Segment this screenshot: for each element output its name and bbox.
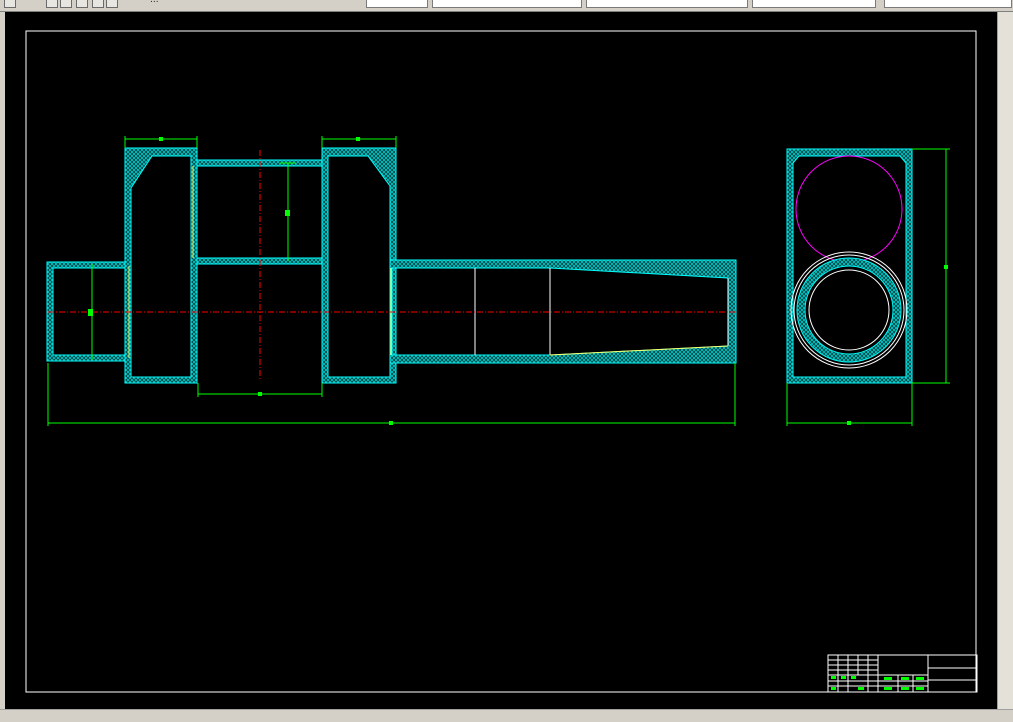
outer-circle-inner xyxy=(793,254,905,366)
toolbar-tool-icon[interactable] xyxy=(76,0,88,8)
lineweight-combo[interactable] xyxy=(752,0,876,8)
side-dimension-markers xyxy=(847,265,948,425)
toolbar-text: ... xyxy=(150,0,159,5)
drawing-canvas[interactable] xyxy=(5,12,997,709)
plotstyle-combo[interactable] xyxy=(884,0,1012,8)
toolbar-tool-icon[interactable] xyxy=(60,0,72,8)
left-flange xyxy=(124,147,198,384)
linetype-combo[interactable] xyxy=(586,0,748,8)
inner-circle xyxy=(808,269,890,351)
outer-circle xyxy=(790,251,908,369)
color-combo[interactable] xyxy=(432,0,582,8)
section-view xyxy=(46,147,737,384)
toolbar-tool-icon[interactable] xyxy=(46,0,58,8)
toolbar-tool-icon[interactable] xyxy=(106,0,118,8)
upper-circle xyxy=(795,155,903,263)
horizontal-scrollbar[interactable] xyxy=(0,709,1013,722)
title-block xyxy=(827,654,978,693)
right-flange xyxy=(321,147,397,384)
top-toolbar: ... xyxy=(0,0,1013,12)
vertical-scrollbar[interactable] xyxy=(997,12,1013,709)
toolbar-tool-icon[interactable] xyxy=(92,0,104,8)
layer-combo[interactable] xyxy=(366,0,428,8)
toolbar-open-icon[interactable] xyxy=(4,0,16,8)
side-view xyxy=(786,148,913,384)
ring-inner-edge xyxy=(804,265,894,355)
ring-hatch xyxy=(797,258,901,362)
cad-drawing xyxy=(25,30,978,693)
